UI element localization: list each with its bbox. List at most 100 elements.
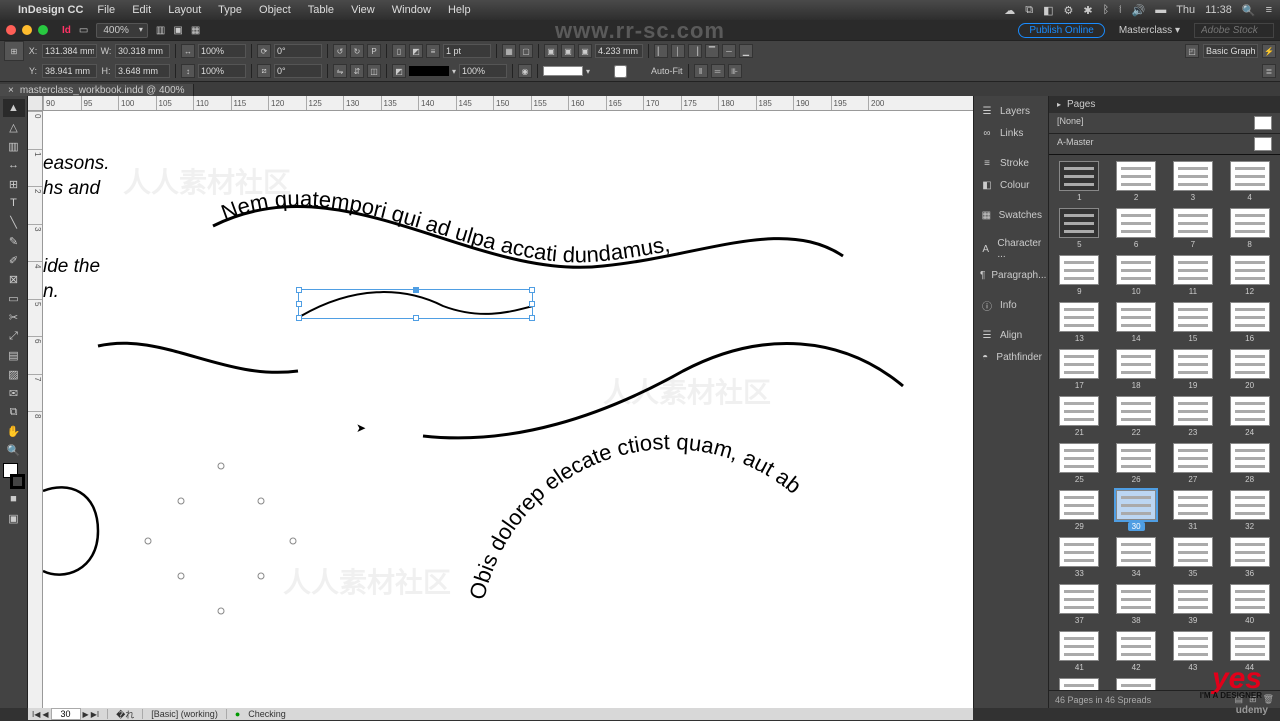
- close-tab-icon[interactable]: ×: [8, 85, 14, 96]
- panel-character[interactable]: ACharacter ...: [974, 234, 1048, 264]
- object-style-select[interactable]: [1203, 44, 1258, 58]
- scissors-tool-icon[interactable]: ✂: [3, 308, 25, 326]
- delete-page-icon[interactable]: 🗑: [1263, 694, 1274, 705]
- align-c-icon[interactable]: │: [671, 44, 685, 58]
- selection-tool-icon[interactable]: ▲: [3, 99, 25, 117]
- view-options-icon[interactable]: ▥: [156, 25, 165, 36]
- page-thumb[interactable]: 13: [1053, 302, 1106, 343]
- scale-y-field[interactable]: [198, 64, 246, 78]
- pen-tool-icon[interactable]: ✎: [3, 232, 25, 250]
- panel-pathfinder[interactable]: ◓Pathfinder: [974, 346, 1048, 368]
- page-thumb[interactable]: 3: [1167, 161, 1220, 202]
- page-thumb[interactable]: 23: [1167, 396, 1220, 437]
- app-name[interactable]: InDesign CC: [18, 4, 83, 16]
- drop-shadow-icon[interactable]: ▢: [519, 44, 533, 58]
- direct-selection-tool-icon[interactable]: △: [3, 118, 25, 136]
- page-thumb[interactable]: 41: [1053, 631, 1106, 672]
- zoom-level-select[interactable]: 400%: [96, 23, 148, 38]
- rectangle-tool-icon[interactable]: ▭: [3, 289, 25, 307]
- menubar-flag-icon[interactable]: ▬: [1155, 4, 1166, 16]
- opacity-field[interactable]: [459, 64, 507, 78]
- menubar-icon[interactable]: ☁: [1004, 4, 1015, 17]
- dist-sp-icon[interactable]: ⊪: [728, 64, 742, 78]
- page-thumb[interactable]: 40: [1223, 584, 1276, 625]
- autofit-checkbox[interactable]: [593, 65, 648, 78]
- menubar-wifi-icon[interactable]: ⧙: [1119, 4, 1121, 17]
- gap-tool-icon[interactable]: ↔: [3, 156, 25, 174]
- shear-field[interactable]: [274, 64, 322, 78]
- menubar-icon[interactable]: ⧉: [1025, 4, 1033, 17]
- max-window-icon[interactable]: [38, 25, 48, 35]
- align-m-icon[interactable]: ─: [722, 44, 736, 58]
- eyedropper-tool-icon[interactable]: ⧉: [3, 403, 25, 421]
- page-thumb[interactable]: 21: [1053, 396, 1106, 437]
- ruler-horizontal[interactable]: 9095100105110115120125130135140145150155…: [43, 96, 973, 111]
- pencil-tool-icon[interactable]: ✐: [3, 251, 25, 269]
- menu-object[interactable]: Object: [259, 4, 291, 16]
- stroke-swatch-icon[interactable]: ◩: [392, 64, 406, 78]
- free-transform-tool-icon[interactable]: ⤢: [3, 327, 25, 345]
- close-window-icon[interactable]: [6, 25, 16, 35]
- gap-field[interactable]: [595, 44, 643, 58]
- bridge-icon[interactable]: ▭: [79, 25, 88, 36]
- rotate-cw-icon[interactable]: ↻: [350, 44, 364, 58]
- screen-mode-toggle-icon[interactable]: ▣: [3, 509, 25, 527]
- h-field[interactable]: [115, 64, 170, 78]
- page-thumb[interactable]: 26: [1110, 443, 1163, 484]
- content-collector-tool-icon[interactable]: ⊞: [3, 175, 25, 193]
- prev-page-icon[interactable]: ◀: [42, 710, 48, 719]
- page-thumb[interactable]: 20: [1223, 349, 1276, 390]
- page-thumb[interactable]: 6: [1110, 208, 1163, 249]
- page-thumb[interactable]: 34: [1110, 537, 1163, 578]
- page-thumb[interactable]: 30: [1110, 490, 1163, 531]
- line-tool-icon[interactable]: ╲: [3, 213, 25, 231]
- page-thumb[interactable]: 18: [1110, 349, 1163, 390]
- x-field[interactable]: [42, 44, 97, 58]
- rotate-field[interactable]: [274, 44, 322, 58]
- fill-stroke-swatches[interactable]: [3, 463, 25, 489]
- menubar-clock-day[interactable]: Thu: [1176, 4, 1195, 16]
- text-wrap-shape-icon[interactable]: ▣: [578, 44, 592, 58]
- ruler-vertical[interactable]: 012345678: [28, 111, 43, 708]
- fx-opacity-icon[interactable]: ▦: [502, 44, 516, 58]
- text-wrap-bound-icon[interactable]: ▣: [561, 44, 575, 58]
- flip-h-icon[interactable]: ⇋: [333, 64, 347, 78]
- menu-window[interactable]: Window: [392, 4, 431, 16]
- page-thumb[interactable]: 9: [1053, 255, 1106, 296]
- first-page-icon[interactable]: I◀: [32, 710, 40, 719]
- page-thumb[interactable]: 14: [1110, 302, 1163, 343]
- page-thumb[interactable]: 35: [1167, 537, 1220, 578]
- page-thumb[interactable]: 22: [1110, 396, 1163, 437]
- screen-mode-icon[interactable]: ▣: [173, 25, 182, 36]
- publish-online-button[interactable]: Publish Online: [1018, 23, 1104, 38]
- pages-panel-header[interactable]: ▸Pages: [1049, 96, 1280, 113]
- page-thumb[interactable]: 46: [1110, 678, 1163, 690]
- workspace-select[interactable]: Masterclass ▾: [1113, 25, 1186, 36]
- page-thumb[interactable]: 32: [1223, 490, 1276, 531]
- menubar-icon[interactable]: ⚙: [1063, 4, 1073, 17]
- gradient-swatch-tool-icon[interactable]: ▤: [3, 346, 25, 364]
- page-thumb[interactable]: 10: [1110, 255, 1163, 296]
- panel-align[interactable]: ☰Align: [974, 324, 1048, 346]
- menu-table[interactable]: Table: [308, 4, 334, 16]
- page-thumb[interactable]: 1: [1053, 161, 1106, 202]
- next-page-icon[interactable]: ▶: [83, 710, 89, 719]
- panel-stroke[interactable]: ≡Stroke: [974, 152, 1048, 174]
- menu-type[interactable]: Type: [218, 4, 242, 16]
- reference-point-icon[interactable]: ⊞: [4, 41, 24, 61]
- panel-layers[interactable]: ☰Layers: [974, 100, 1048, 122]
- stroke-swatch[interactable]: [10, 474, 25, 489]
- page-thumb[interactable]: 36: [1223, 537, 1276, 578]
- page-thumb[interactable]: 15: [1167, 302, 1220, 343]
- effects-icon[interactable]: ◉: [518, 64, 532, 78]
- master-none[interactable]: [None]: [1057, 116, 1084, 130]
- apply-color-icon[interactable]: ■: [3, 490, 25, 508]
- page-thumb[interactable]: 38: [1110, 584, 1163, 625]
- page-thumb[interactable]: 12: [1223, 255, 1276, 296]
- quick-apply-icon[interactable]: ⚡: [1262, 44, 1276, 58]
- fill-swatch-icon[interactable]: ◩: [409, 44, 423, 58]
- menubar-menu-icon[interactable]: ≡: [1266, 4, 1272, 16]
- dist-h-icon[interactable]: ‖: [694, 64, 708, 78]
- selection-bounding-box[interactable]: [298, 289, 533, 319]
- page-thumb[interactable]: 39: [1167, 584, 1220, 625]
